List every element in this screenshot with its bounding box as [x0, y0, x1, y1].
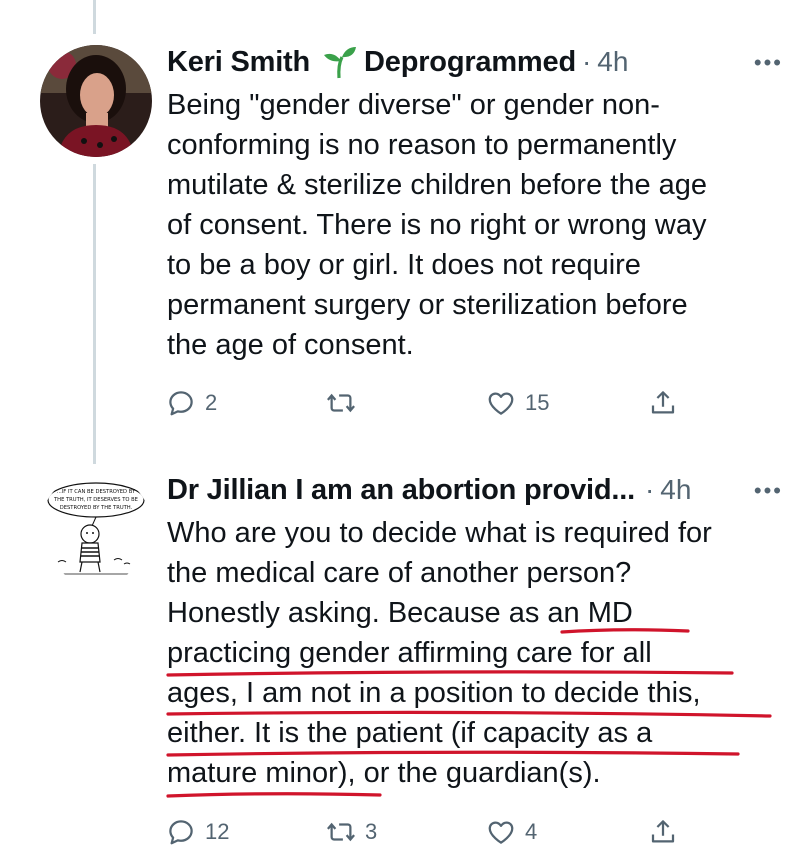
retweet-count: 3: [365, 819, 378, 844]
avatar[interactable]: [40, 45, 152, 157]
retweet-button[interactable]: 3: [326, 817, 377, 847]
like-button[interactable]: 4: [486, 817, 537, 847]
timestamp[interactable]: 4h: [660, 474, 691, 506]
share-button[interactable]: [648, 817, 678, 847]
tweet-keri-smith[interactable]: Keri Smith Deprogrammed · 4h ••• Being "…: [0, 0, 801, 440]
reply-icon: [169, 820, 193, 845]
avatar[interactable]: ...IF IT CAN BE DESTROYED BY THE TRUTH, …: [40, 472, 152, 584]
retweet-icon: [327, 393, 355, 413]
reply-count: 12: [205, 819, 230, 844]
reply-button[interactable]: 12: [166, 817, 229, 847]
tweet-text: Who are you to decide what is required f…: [167, 513, 777, 793]
tweet-text: Being "gender diverse" or gender non- co…: [167, 85, 777, 365]
reply-count: 2: [205, 390, 218, 415]
share-icon: [651, 820, 675, 843]
author-badge-text: Deprogrammed: [364, 45, 576, 78]
tweet-line: the medical care of another person?: [167, 557, 632, 589]
tweet-line: mutilate & sterilize children before the…: [167, 169, 708, 201]
like-button[interactable]: 15: [486, 388, 549, 418]
sprout-icon: [320, 45, 358, 79]
author-name[interactable]: Keri Smith: [167, 46, 310, 79]
avatar-comic: ...IF IT CAN BE DESTROYED BY THE TRUTH, …: [40, 472, 152, 584]
tweet-dr-jillian[interactable]: ...IF IT CAN BE DESTROYED BY THE TRUTH, …: [0, 440, 801, 862]
more-icon[interactable]: •••: [754, 478, 783, 504]
like-count: 4: [525, 819, 538, 844]
like-count: 15: [525, 390, 550, 415]
retweet-icon: [327, 822, 355, 842]
separator: ·: [644, 474, 655, 505]
reply-icon: [169, 391, 193, 416]
tweet-line: conforming is no reason to permanently: [167, 129, 677, 161]
like-icon: [488, 392, 514, 415]
tweet-line: mature minor), or the guardian(s).: [167, 757, 601, 789]
avatar-photo: [40, 45, 152, 157]
like-icon: [488, 821, 514, 844]
tweet-line: Who are you to decide what is required f…: [167, 517, 712, 549]
avatar-caption-line: DESTROYED BY THE TRUTH.: [60, 505, 133, 511]
reply-button[interactable]: 2: [166, 388, 217, 418]
avatar-caption-line: ...IF IT CAN BE DESTROYED BY: [57, 489, 136, 495]
tweet-line: either. It is the patient (if capacity a…: [167, 717, 653, 749]
tweet-line: Being "gender diverse" or gender non-: [167, 89, 660, 121]
tweet-line: ages, I am not in a position to decide t…: [167, 677, 701, 709]
separator: ·: [581, 46, 592, 77]
timestamp[interactable]: 4h: [597, 46, 628, 78]
share-icon: [651, 391, 675, 414]
tweet-line: of consent. There is no right or wrong w…: [167, 209, 707, 241]
tweet-line: permanent surgery or sterilization befor…: [167, 289, 688, 321]
tweet-header: Keri Smith Deprogrammed · 4h: [167, 42, 628, 82]
tweet-line: the age of consent.: [167, 329, 414, 361]
avatar-caption-line: THE TRUTH, IT DESERVES TO BE: [53, 497, 138, 503]
tweet-line: to be a boy or girl. It does not require: [167, 249, 641, 281]
tweet-header: Dr Jillian I am an abortion provid... · …: [167, 470, 691, 510]
more-icon[interactable]: •••: [754, 50, 783, 76]
retweet-button[interactable]: [326, 388, 365, 418]
tweet-line: Honestly asking. Because as an MD: [167, 597, 633, 629]
author-name[interactable]: Dr Jillian I am an abortion provid...: [167, 474, 635, 507]
tweet-line: practicing gender affirming care for all: [167, 637, 652, 669]
share-button[interactable]: [648, 388, 678, 418]
